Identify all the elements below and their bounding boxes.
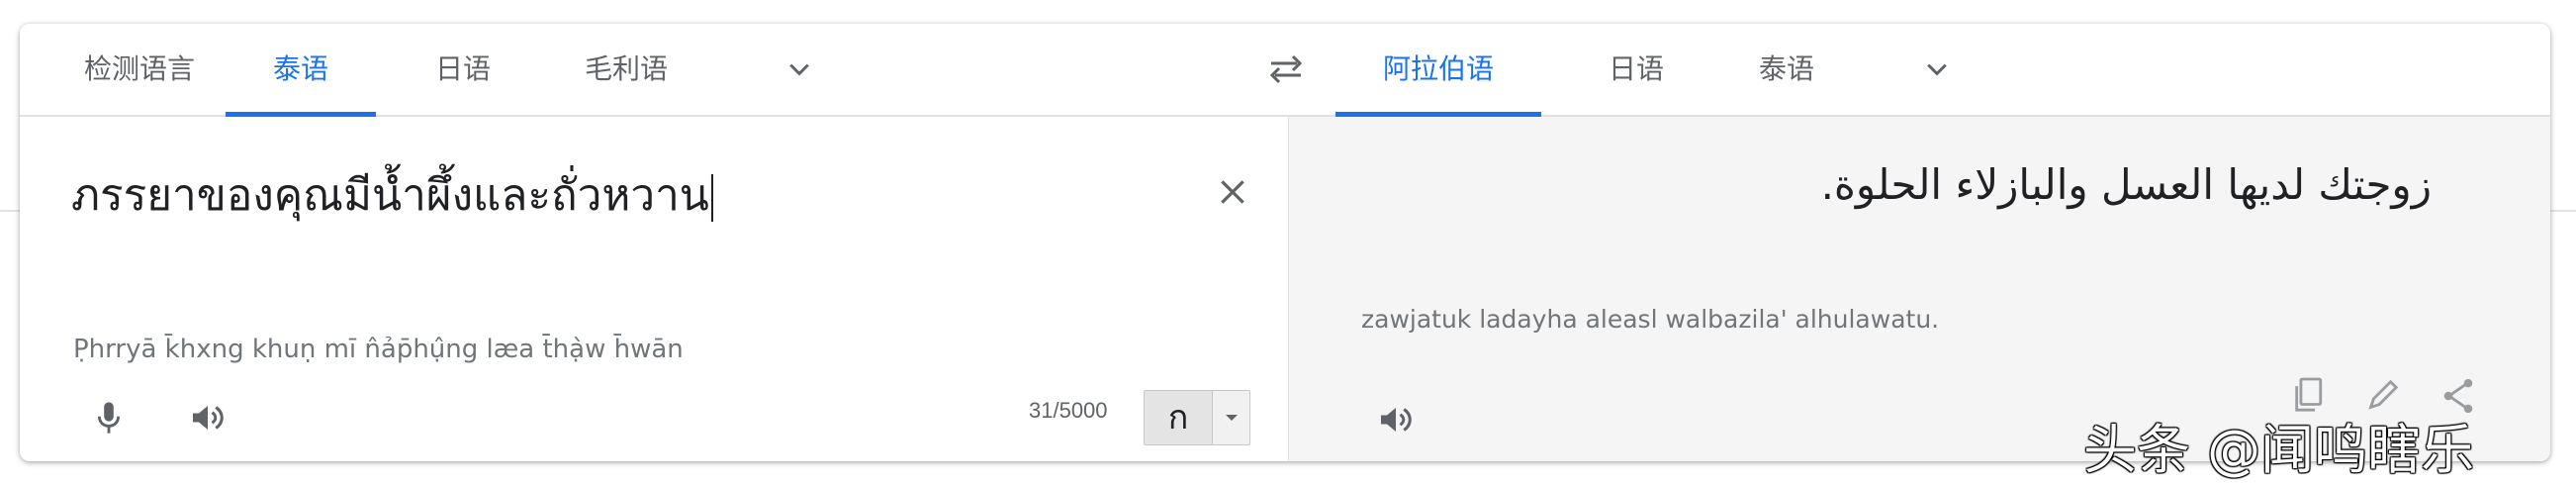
source-text-input[interactable]: ภรรยาของคุณมีน้ำผึ้งและถั่วหวาน: [71, 160, 713, 230]
speaker-icon: [193, 406, 224, 430]
source-text: ภรรยาของคุณมีน้ำผึ้งและถั่วหวาน: [71, 170, 709, 221]
tab-target-japanese[interactable]: 日语: [1577, 24, 1696, 115]
caret-down-icon: [1225, 415, 1238, 421]
source-panel: ภรรยาของคุณมีน้ำผึ้งและถั่วหวาน P̣hrryā …: [20, 117, 1289, 461]
voice-input-button[interactable]: [81, 390, 137, 445]
translation-text: زوجتك لديها العسل والبازلاء الحلوة.: [1820, 160, 2432, 209]
swap-icon: [1269, 54, 1303, 84]
swap-languages-button[interactable]: [1260, 46, 1312, 93]
tab-source-maori[interactable]: 毛利语: [552, 24, 700, 115]
source-transliteration: P̣hrryā k̄hxng khuṇ mī n̂ảp̄hụ̂ng læa t̄…: [73, 335, 684, 364]
text-caret: [710, 174, 713, 222]
ime-glyph: ก: [1145, 391, 1213, 444]
close-icon: [1221, 180, 1244, 204]
tab-target-arabic[interactable]: 阿拉伯语: [1335, 24, 1541, 117]
watermark: 头条 @闻鸣瞎乐: [2083, 419, 2475, 481]
tab-source-japanese[interactable]: 日语: [404, 24, 522, 115]
character-count: 31/5000: [1029, 398, 1108, 423]
speaker-icon: [1381, 408, 1412, 432]
tab-detect-language[interactable]: 检测语言: [65, 24, 214, 115]
tab-source-thai[interactable]: 泰语: [226, 24, 376, 117]
target-listen-button[interactable]: [1368, 392, 1424, 447]
source-more-languages-button[interactable]: [776, 46, 823, 93]
microphone-icon: [97, 402, 121, 434]
tab-target-thai[interactable]: 泰语: [1725, 24, 1848, 115]
translate-card: 检测语言 泰语 日语 毛利语 阿拉伯语 日语 泰语 ภรรยาของคุณมีน…: [20, 24, 2550, 461]
ime-dropdown[interactable]: [1213, 391, 1249, 444]
source-listen-button[interactable]: [180, 390, 235, 445]
target-more-languages-button[interactable]: [1913, 46, 1961, 93]
language-bar: 检测语言 泰语 日语 毛利语 阿拉伯语 日语 泰语: [20, 24, 2550, 117]
input-tools-button[interactable]: ก: [1144, 390, 1250, 445]
clear-text-button[interactable]: [1205, 164, 1260, 220]
target-transliteration: zawjatuk ladayha aleasl walbazila' alhul…: [1361, 305, 1940, 334]
chevron-down-icon: [789, 63, 809, 76]
chevron-down-icon: [1927, 63, 1947, 76]
